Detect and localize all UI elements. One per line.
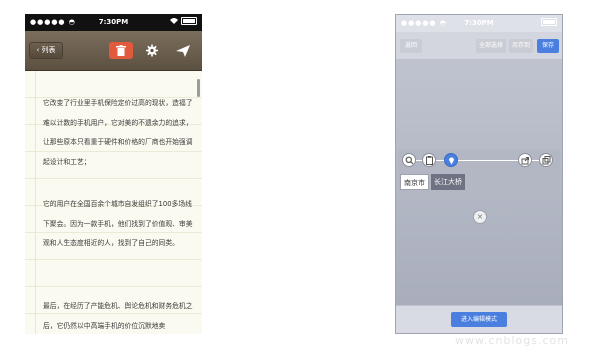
settings-button[interactable] — [142, 42, 162, 59]
wifi-icon — [169, 18, 178, 24]
word-chip[interactable]: 长江大桥 — [431, 174, 465, 190]
location-icon — [449, 157, 454, 165]
note-content[interactable]: 它改变了行业里手机保险定价过高的现状，造福了难以计数的手机用户，它对美的不遗余力… — [25, 71, 202, 334]
top-toolbar: 返回 全部选择 另存到 保存 — [396, 32, 562, 60]
right-phone-screen: ●●●●● ◓ 7:30PM 返回 全部选择 另存到 保存 南京市 长江大桥 ×… — [395, 14, 563, 334]
delete-button[interactable] — [109, 42, 133, 59]
bottom-toolbar: 进入编辑模式 — [396, 305, 562, 333]
share-tool-button[interactable] — [518, 153, 532, 167]
copy-icon — [542, 156, 551, 165]
scrollbar[interactable] — [197, 79, 200, 97]
save-as-button[interactable]: 另存到 — [509, 39, 533, 53]
battery-icon — [541, 18, 557, 26]
duplicate-tool-button[interactable] — [539, 153, 553, 167]
trash-icon — [116, 45, 126, 56]
status-bar: ●●●●● ◓ 7:30PM — [25, 14, 202, 31]
share-icon — [521, 157, 529, 165]
paper-plane-icon — [176, 45, 190, 57]
margin-line — [35, 71, 36, 334]
clipboard-icon — [426, 156, 433, 165]
gear-icon — [146, 44, 158, 57]
send-button[interactable] — [173, 42, 193, 59]
left-phone-screen: ●●●●● ◓ 7:30PM ‹ 列表 它改变了行业里手机保险定价过高的现状，造… — [25, 14, 202, 334]
select-all-button[interactable]: 全部选择 — [476, 39, 506, 53]
enter-edit-mode-button[interactable]: 进入编辑模式 — [451, 312, 507, 327]
map-tool-button[interactable] — [444, 153, 458, 167]
status-time: 7:30PM — [464, 19, 494, 27]
back-button[interactable]: ‹ 列表 — [29, 42, 63, 59]
search-tool-button[interactable] — [402, 153, 416, 167]
watermark: www.cnblogs.com — [455, 334, 569, 347]
chevron-left-icon: ‹ — [36, 46, 40, 54]
back-button-label: 列表 — [41, 46, 56, 54]
top-toolbar: ‹ 列表 — [25, 31, 202, 71]
paragraph-3: 最后，在经历了产能危机、舆论危机和财务危机之后，它仍然以中高端手机的价位沉默地卖 — [43, 302, 193, 330]
paragraph-1: 它改变了行业里手机保险定价过高的现状，造福了难以计数的手机用户，它对美的不遗余力… — [43, 99, 193, 166]
battery-icon — [169, 17, 197, 25]
search-icon — [405, 156, 414, 165]
status-bar: ●●●●● ◓ 7:30PM — [396, 15, 562, 32]
save-button[interactable]: 保存 — [537, 39, 559, 53]
copy-tool-button[interactable] — [422, 153, 436, 167]
selected-word-chip[interactable]: 南京市 — [400, 174, 429, 190]
back-button[interactable]: 返回 — [400, 39, 422, 53]
paragraph-2: 它的用户在全国百余个城市自发组织了100多场线下聚会。因为一款手机，他们找到了价… — [43, 200, 193, 247]
close-button[interactable]: × — [473, 210, 487, 224]
